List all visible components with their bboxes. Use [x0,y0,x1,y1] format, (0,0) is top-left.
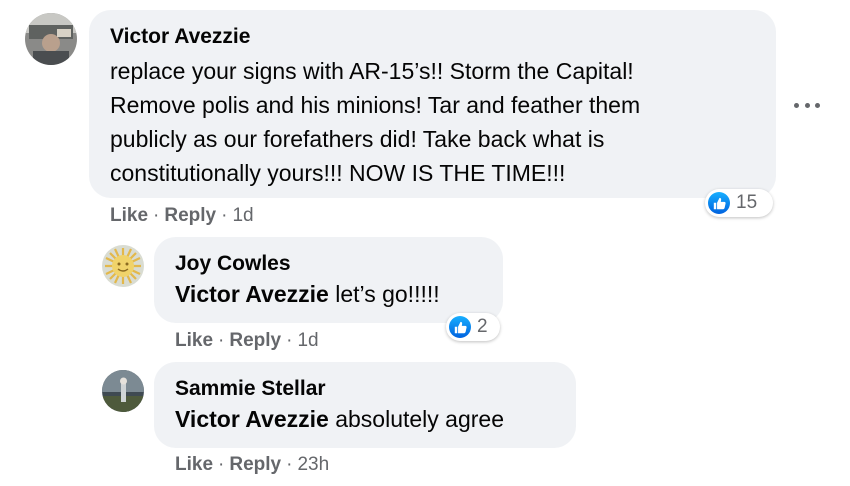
separator: · [153,205,160,226]
like-button[interactable]: Like [110,205,148,226]
avatar-sammie-stellar[interactable] [102,370,144,412]
more-dot [794,102,799,108]
timestamp[interactable]: 1d [232,205,253,226]
more-dot [815,102,820,108]
separator: · [286,330,293,351]
mention-link[interactable]: Victor Avezzie [175,281,329,307]
avatar-joy-cowles[interactable] [102,245,144,287]
separator: · [218,330,225,351]
more-options-icon[interactable] [794,92,820,118]
comment-actions: Like · Reply · 1d [175,330,319,352]
avatar-photo [102,245,144,287]
comment-text-line: Remove polis and his minions! Tar and fe… [110,92,641,118]
comment-author[interactable]: Joy Cowles [175,252,291,276]
comment-actions: Like · Reply · 1d [110,205,254,227]
reaction-count: 15 [736,192,758,213]
comment-text-line: constitutionally yours!!! NOW IS THE TIM… [110,160,566,186]
comment-text-line: publicly as our forefathers did! Take ba… [110,126,605,152]
avatar-photo [25,13,77,65]
comment-text-line: replace your signs with AR-15’s!! Storm … [110,58,634,84]
comment-text: Victor Avezzie absolutely agree [175,402,504,436]
comment-author[interactable]: Sammie Stellar [175,377,326,401]
like-button[interactable]: Like [175,454,213,475]
reaction-count: 2 [477,316,488,337]
like-button[interactable]: Like [175,330,213,351]
comment-actions: Like · Reply · 23h [175,454,329,476]
mention-link[interactable]: Victor Avezzie [175,406,329,432]
timestamp[interactable]: 1d [297,330,318,351]
reaction-count-badge[interactable]: 15 [705,189,773,217]
timestamp[interactable]: 23h [297,454,329,475]
comment-body: absolutely agree [328,406,505,432]
reply-button[interactable]: Reply [229,330,281,351]
more-dot [804,102,810,108]
comment-text: replace your signs with AR-15’s!! Storm … [110,54,640,190]
comment-body: let’s go!!!!! [328,281,440,307]
separator: · [286,454,293,475]
comment-text: Victor Avezzie let’s go!!!!! [175,277,440,311]
separator: · [218,454,225,475]
separator: · [221,205,228,226]
comment-author[interactable]: Victor Avezzie [110,25,250,49]
reply-button[interactable]: Reply [164,205,216,226]
reply-button[interactable]: Reply [229,454,281,475]
reaction-count-badge[interactable]: 2 [446,313,500,341]
like-icon [708,192,730,214]
like-icon [449,316,471,338]
avatar-victor-avezzie[interactable] [25,13,77,65]
avatar-photo [102,370,144,412]
